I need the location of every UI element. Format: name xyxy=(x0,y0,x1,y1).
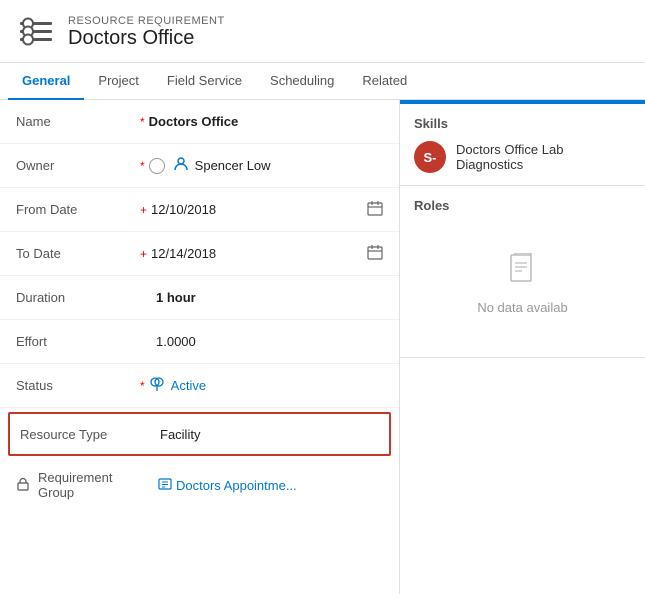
duration-value: 1 hour xyxy=(156,290,383,305)
name-value: Doctors Office xyxy=(149,114,383,129)
status-icon xyxy=(149,376,165,395)
circle-icon xyxy=(149,158,165,174)
duration-field-row: Duration 1 hour xyxy=(0,276,399,320)
owner-name[interactable]: Spencer Low xyxy=(195,158,271,173)
status-required-marker: * xyxy=(140,379,145,393)
owner-label: Owner xyxy=(16,158,136,173)
main-content: Name * Doctors Office Owner * Spencer Lo… xyxy=(0,100,645,594)
from-date-label: From Date xyxy=(16,202,136,217)
name-label: Name xyxy=(16,114,136,129)
owner-value: Spencer Low xyxy=(149,156,383,175)
owner-field-row: Owner * Spencer Low xyxy=(0,144,399,188)
owner-required-marker: * xyxy=(140,159,145,173)
nav-tabs: General Project Field Service Scheduling… xyxy=(0,63,645,100)
header-title: Doctors Office xyxy=(68,27,225,50)
skill-item: S- Doctors Office Lab Diagnostics xyxy=(414,141,631,173)
tab-project[interactable]: Project xyxy=(84,63,152,100)
to-date-value: 12/14/2018 xyxy=(151,244,383,263)
from-date-calendar-icon[interactable] xyxy=(367,200,383,219)
resource-type-value: Facility xyxy=(160,427,379,442)
req-group-row: Requirement Group Doctors Appointme... xyxy=(0,460,399,510)
status-label: Status xyxy=(16,378,136,393)
skill-name: Doctors Office Lab Diagnostics xyxy=(456,142,631,172)
skill-avatar: S- xyxy=(414,141,446,173)
req-group-value[interactable]: Doctors Appointme... xyxy=(158,477,297,494)
header-text: RESOURCE REQUIREMENT Doctors Office xyxy=(68,15,225,50)
tab-related[interactable]: Related xyxy=(348,63,421,100)
to-date-field-row: To Date + 12/14/2018 xyxy=(0,232,399,276)
name-required-marker: * xyxy=(140,115,145,129)
to-date-calendar-icon[interactable] xyxy=(367,244,383,263)
req-group-label: Requirement Group xyxy=(38,470,150,500)
roles-title: Roles xyxy=(414,198,631,213)
no-data-text: No data availab xyxy=(477,300,567,315)
right-panel: Skills S- Doctors Office Lab Diagnostics… xyxy=(400,100,645,594)
status-value: Active xyxy=(149,376,383,395)
tab-scheduling[interactable]: Scheduling xyxy=(256,63,348,100)
person-icon xyxy=(173,156,189,175)
duration-label: Duration xyxy=(16,290,136,305)
roles-section: Roles No data availab xyxy=(400,186,645,358)
skills-section: Skills S- Doctors Office Lab Diagnostics xyxy=(400,104,645,186)
resource-type-label: Resource Type xyxy=(20,427,140,442)
header-icon xyxy=(16,12,56,52)
effort-field-row: Effort 1.0000 xyxy=(0,320,399,364)
req-group-icon xyxy=(158,477,172,494)
resource-type-field-row: Resource Type Facility xyxy=(8,412,391,456)
skills-title: Skills xyxy=(414,116,631,131)
status-field-row: Status * Active xyxy=(0,364,399,408)
to-date-required-marker: + xyxy=(140,247,147,261)
no-data-icon xyxy=(507,253,539,292)
owner-icons xyxy=(149,158,165,174)
tab-general[interactable]: General xyxy=(8,63,84,100)
left-panel: Name * Doctors Office Owner * Spencer Lo… xyxy=(0,100,400,594)
header-subtitle: RESOURCE REQUIREMENT xyxy=(68,15,225,27)
from-date-value: 12/10/2018 xyxy=(151,200,383,219)
no-data-area: No data availab xyxy=(414,223,631,345)
page-header: RESOURCE REQUIREMENT Doctors Office xyxy=(0,0,645,63)
effort-label: Effort xyxy=(16,334,136,349)
effort-value: 1.0000 xyxy=(156,334,383,349)
from-date-required-marker: + xyxy=(140,203,147,217)
lock-icon xyxy=(16,477,30,494)
name-field-row: Name * Doctors Office xyxy=(0,100,399,144)
from-date-field-row: From Date + 12/10/2018 xyxy=(0,188,399,232)
to-date-label: To Date xyxy=(16,246,136,261)
tab-field-service[interactable]: Field Service xyxy=(153,63,256,100)
